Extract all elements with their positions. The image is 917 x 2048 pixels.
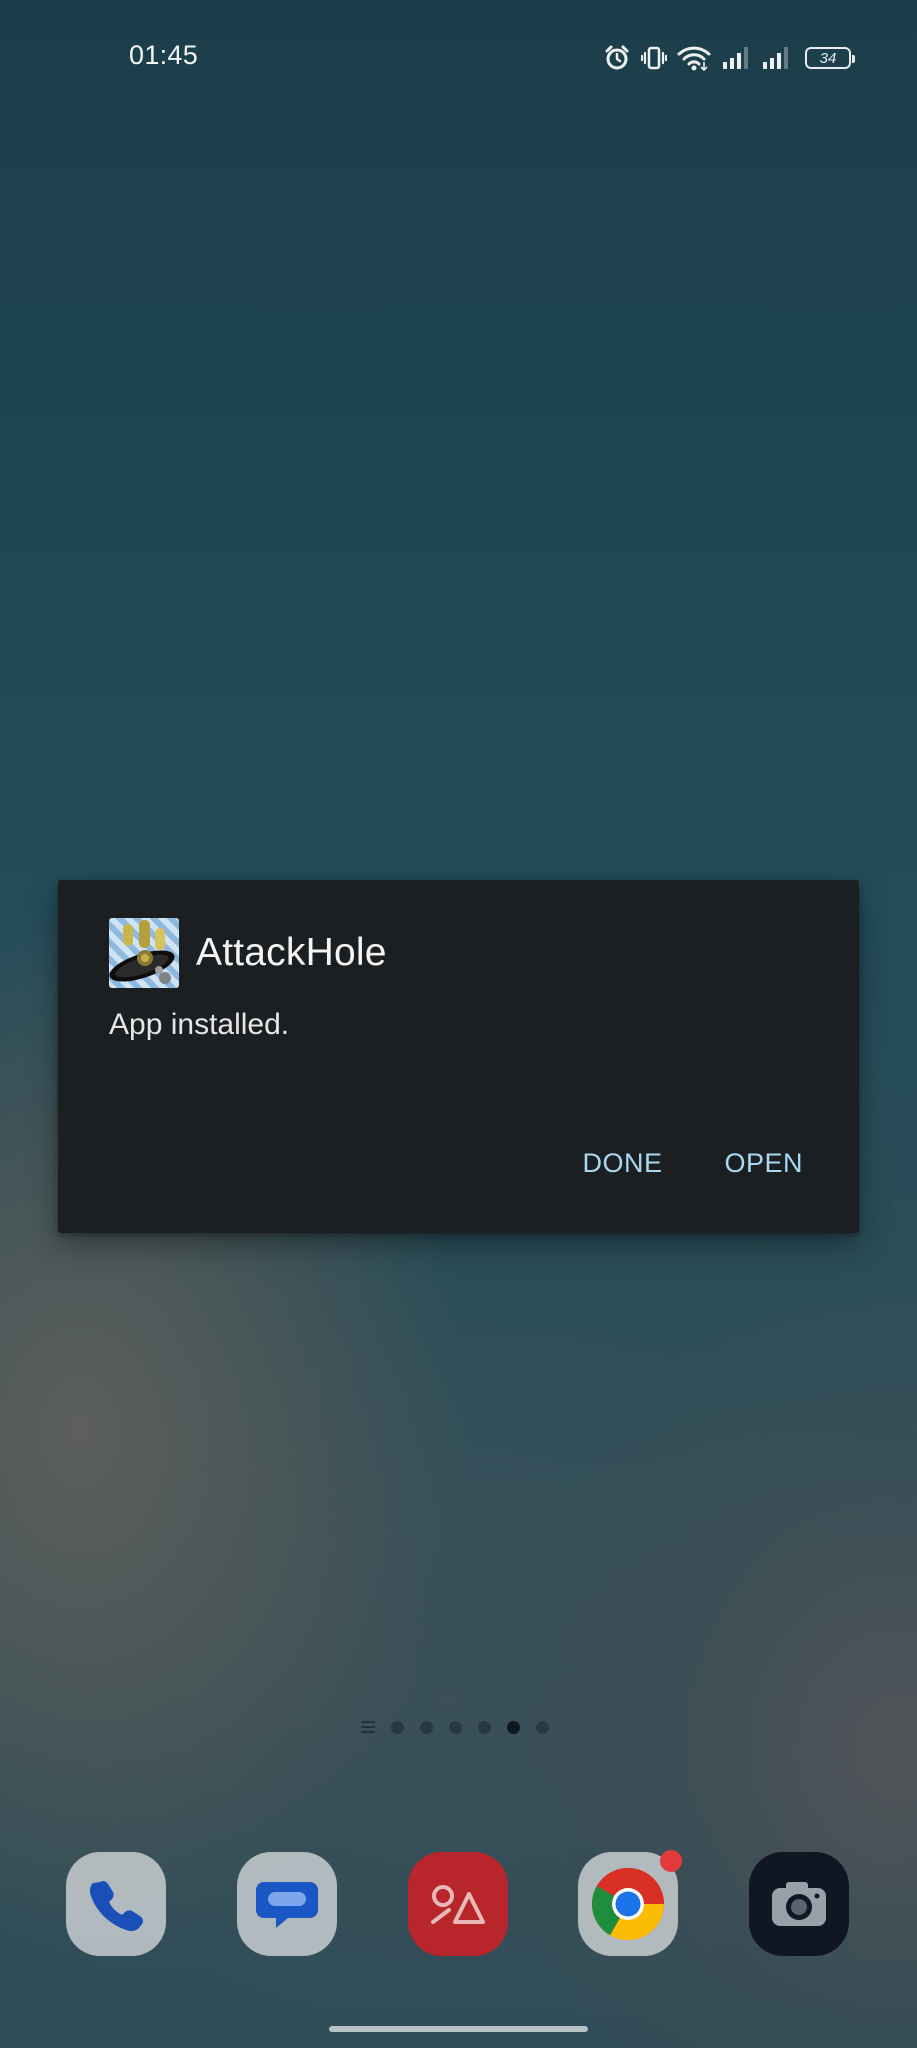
done-button[interactable]: DONE xyxy=(582,1148,662,1179)
alarm-icon xyxy=(605,45,629,70)
signal-2-icon xyxy=(763,47,788,69)
chrome-app[interactable] xyxy=(578,1850,682,1956)
page-dot[interactable] xyxy=(391,1720,404,1734)
status-bar: 01:45 34 xyxy=(0,0,917,118)
app-name: AttackHole xyxy=(196,931,387,974)
open-button[interactable]: OPEN xyxy=(724,1148,803,1179)
camera-app[interactable] xyxy=(749,1852,849,1956)
app-drawer-list-icon[interactable] xyxy=(361,1721,375,1733)
dialog-header: AttackHole xyxy=(109,918,387,988)
status-time: 01:45 xyxy=(129,40,199,70)
vibrate-icon xyxy=(641,46,667,70)
signal-1-icon xyxy=(723,47,748,69)
messages-app[interactable] xyxy=(237,1852,337,1956)
page-dot[interactable] xyxy=(449,1720,462,1734)
camera-icon xyxy=(772,1882,826,1926)
battery-icon: 34 xyxy=(805,47,855,69)
dock xyxy=(0,1850,917,1956)
battery-level: 34 xyxy=(819,49,837,67)
gallery-app[interactable] xyxy=(408,1852,508,1956)
chrome-icon xyxy=(591,1867,664,1941)
phone-icon xyxy=(89,1880,144,1932)
page-dot-active[interactable] xyxy=(507,1720,520,1734)
home-indicator[interactable] xyxy=(329,2026,588,2032)
attackhole-app-icon xyxy=(109,918,179,988)
page-indicator[interactable] xyxy=(361,1717,549,1737)
status-icons: 34 xyxy=(603,42,855,74)
dialog-actions: DONE OPEN xyxy=(582,1148,803,1179)
page-dot[interactable] xyxy=(478,1720,491,1734)
app-installed-dialog: AttackHole App installed. DONE OPEN xyxy=(58,880,859,1233)
notification-badge xyxy=(660,1850,682,1872)
wifi-icon xyxy=(677,46,711,72)
page-dot[interactable] xyxy=(536,1720,549,1734)
install-message: App installed. xyxy=(109,1008,290,1041)
phone-app[interactable] xyxy=(66,1852,166,1956)
messages-icon xyxy=(256,1882,318,1928)
gallery-icon xyxy=(431,1885,485,1924)
page-dot[interactable] xyxy=(420,1720,433,1734)
